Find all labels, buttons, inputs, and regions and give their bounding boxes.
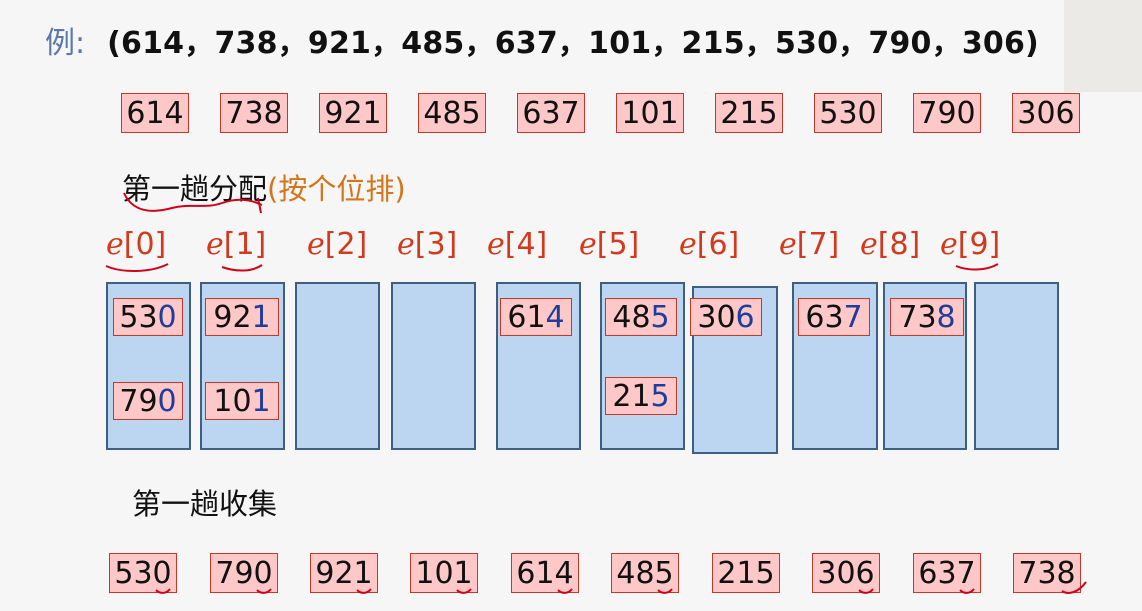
collect-title: 第一趟收集 xyxy=(132,487,278,521)
input-key: 637 xyxy=(517,93,585,133)
bucket-item: 101101 xyxy=(205,382,279,420)
input-key: 738 xyxy=(220,93,288,133)
bucket-item: 306306 xyxy=(690,298,762,336)
input-key: 790 xyxy=(913,93,981,133)
collected-key: 790 xyxy=(210,553,278,593)
bucket-label-6: e[6] xyxy=(679,227,740,262)
example-row: 例: (614，738，921，485，637，101，215，530，790，… xyxy=(45,20,1039,61)
collected-key: 101 xyxy=(410,553,478,593)
input-key: 485 xyxy=(418,93,486,133)
video-overlay-corner xyxy=(1064,0,1142,92)
bucket-item: 790790 xyxy=(113,382,183,420)
bucket-item: 921921 xyxy=(205,298,279,336)
bucket-label-underline-9 xyxy=(955,263,999,271)
collected-key: 530 xyxy=(109,553,177,593)
collected-key: 637 xyxy=(913,553,981,593)
bucket-label-1: e[1] xyxy=(206,227,267,262)
bucket-label-8: e[8] xyxy=(860,227,921,262)
distribute-title: 第一趟分配 xyxy=(122,172,268,206)
bucket-label-0: e[0] xyxy=(106,227,167,262)
bucket-item: 637637 xyxy=(798,298,870,336)
input-key: 921 xyxy=(319,93,387,133)
distribute-note: (按个位排) xyxy=(267,172,406,206)
input-key: 101 xyxy=(616,93,684,133)
bucket-label-7: e[7] xyxy=(779,227,840,262)
input-key: 614 xyxy=(121,93,189,133)
bucket-label-underline-0 xyxy=(105,263,169,273)
bucket-9 xyxy=(974,282,1059,450)
bucket-label-4: e[4] xyxy=(487,227,548,262)
bucket-label-underline-1 xyxy=(221,264,263,272)
example-sequence: (614，738，921，485，637，101，215，530，790，306… xyxy=(107,26,1039,61)
bucket-2 xyxy=(295,282,380,450)
bucket-3 xyxy=(391,282,476,450)
bucket-item: 614614 xyxy=(500,298,572,336)
collected-key: 921 xyxy=(310,553,378,593)
collect-heading: 第一趟收集 xyxy=(132,481,277,523)
example-label: 例: xyxy=(45,26,86,61)
distribute-heading: 第一趟分配(按个位排) xyxy=(122,166,406,208)
collected-key: 485 xyxy=(611,553,679,593)
bucket-item: 530530 xyxy=(113,298,183,336)
collected-key: 306 xyxy=(812,553,880,593)
collected-key: 738 xyxy=(1013,553,1081,593)
collected-key: 215 xyxy=(712,553,780,593)
collected-key: 614 xyxy=(511,553,579,593)
bucket-item: 738738 xyxy=(890,298,964,336)
input-key: 530 xyxy=(814,93,882,133)
input-key: 215 xyxy=(715,93,783,133)
bucket-item: 485485 xyxy=(605,298,677,336)
input-key: 306 xyxy=(1012,93,1080,133)
bucket-label-3: e[3] xyxy=(397,227,458,262)
bucket-label-5: e[5] xyxy=(579,227,640,262)
bucket-label-2: e[2] xyxy=(307,227,368,262)
bucket-item: 215215 xyxy=(605,377,677,415)
bucket-label-9: e[9] xyxy=(940,227,1001,262)
